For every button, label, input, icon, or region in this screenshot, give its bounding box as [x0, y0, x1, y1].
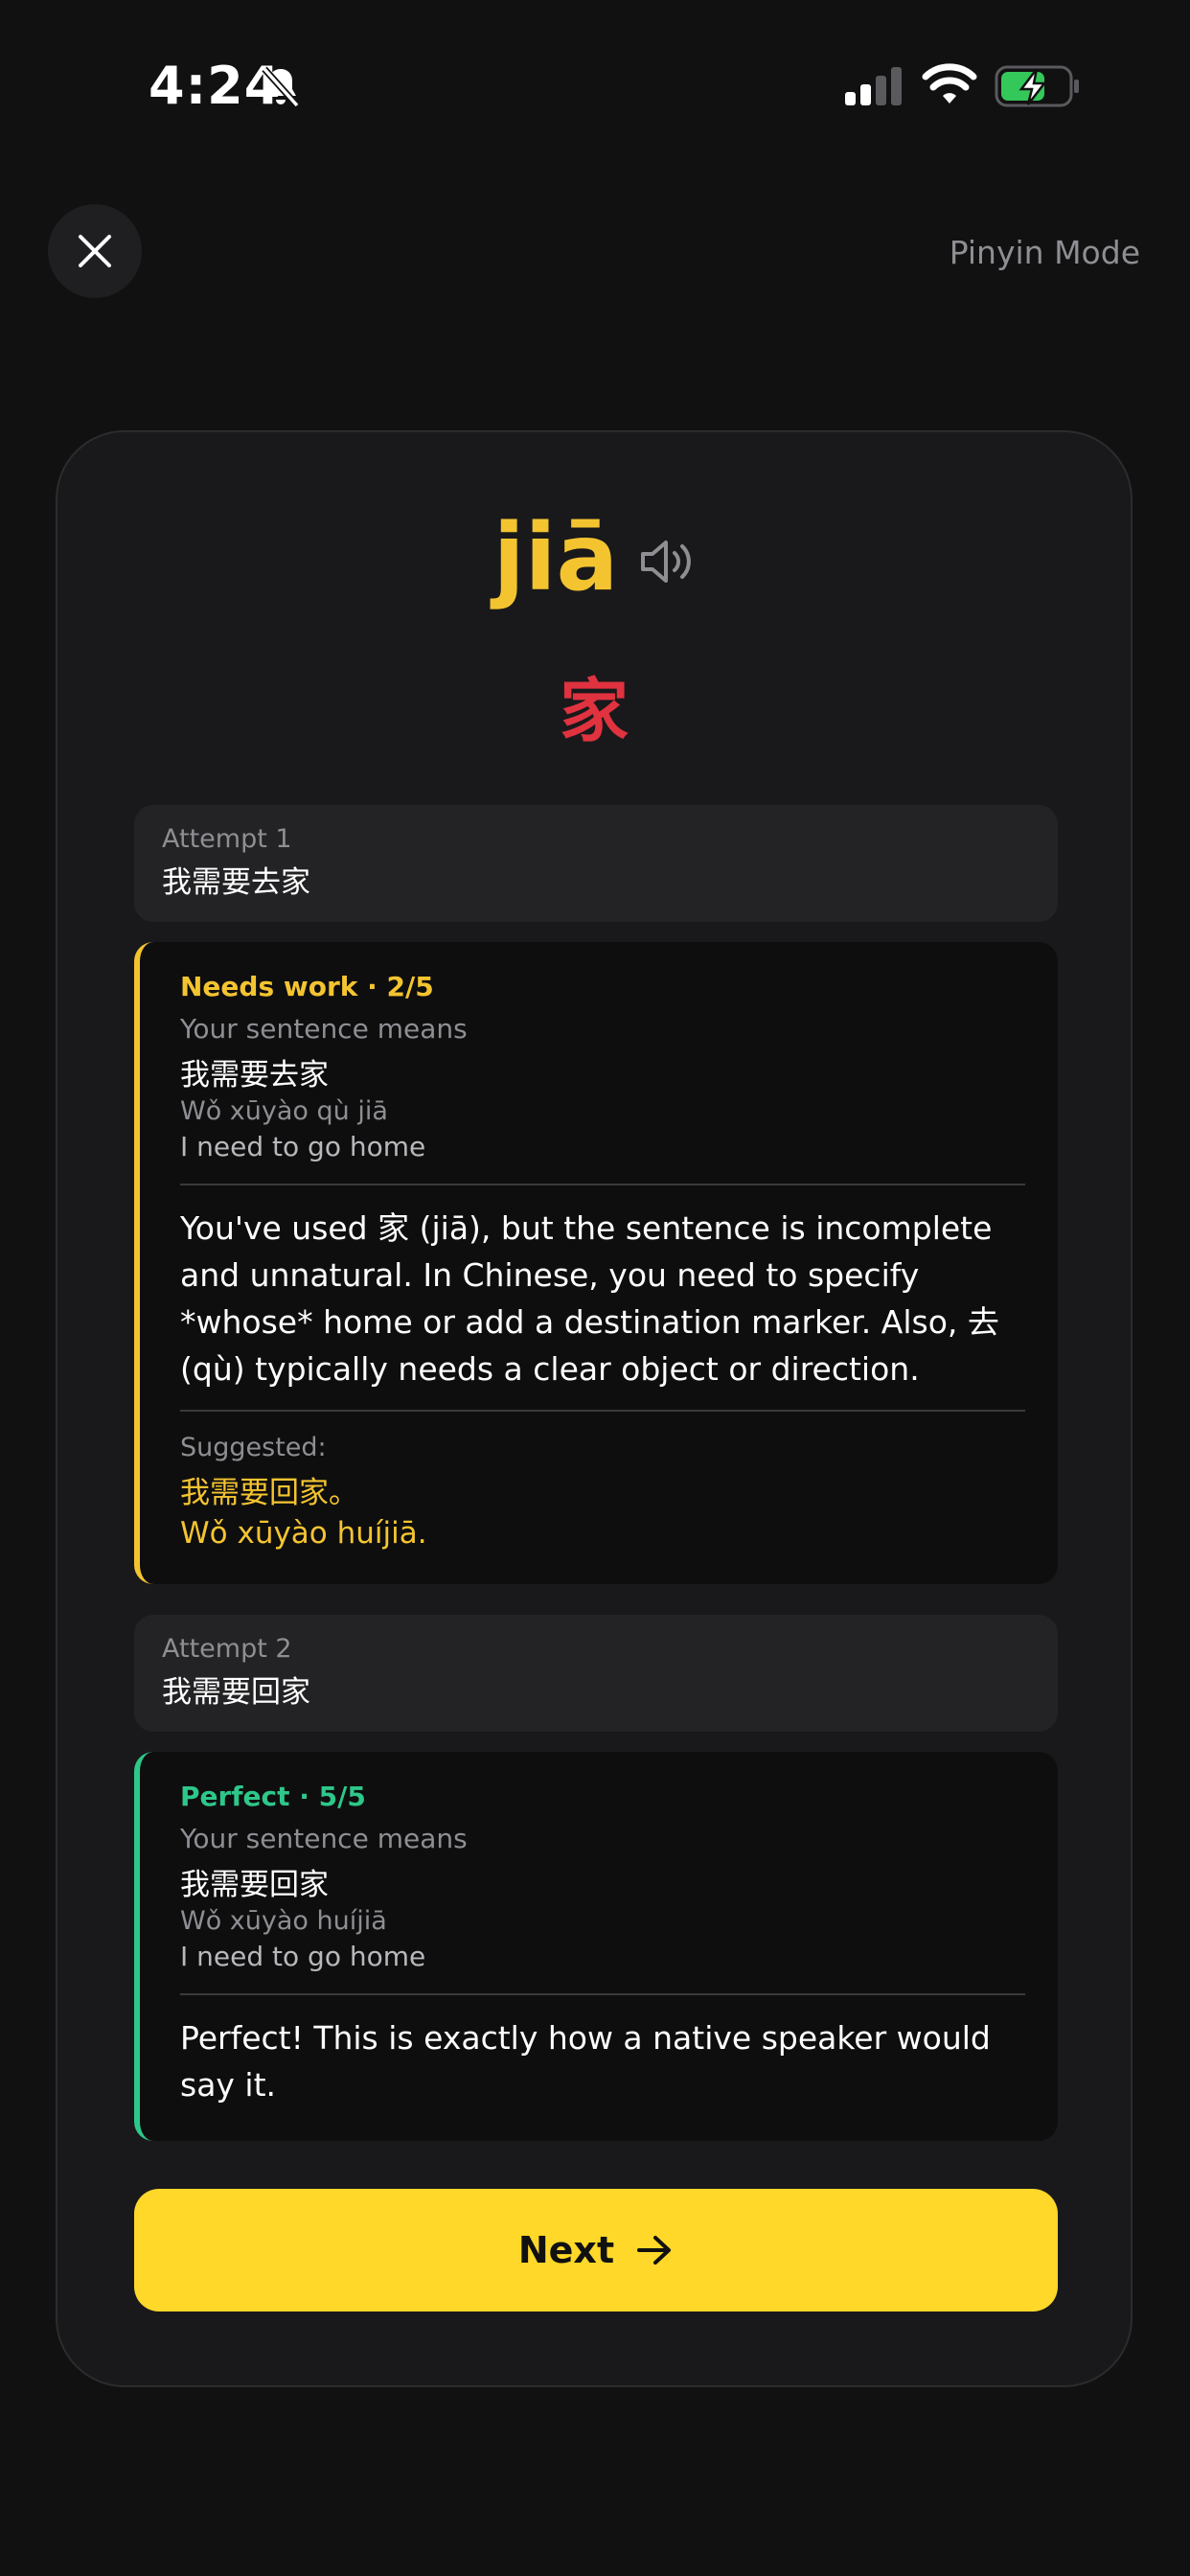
feedback-english: I need to go home [180, 1131, 426, 1162]
arrow-right-icon [637, 2236, 672, 2265]
status-bar: 4:24 [0, 0, 1190, 172]
divider [180, 1410, 1025, 1412]
word-header: jiā [57, 512, 1131, 604]
close-button[interactable] [48, 204, 142, 298]
wifi-icon [922, 63, 977, 104]
feedback-card: Needs work · 2/5 Your sentence means 我需要… [134, 942, 1058, 1584]
suggested-pinyin: Wǒ xūyào huíjiā. [180, 1516, 427, 1551]
speaker-icon[interactable] [639, 538, 695, 586]
attempt-text: 我需要回家 [162, 1675, 310, 1710]
lesson-card: jiā 家 Attempt 1 我需要去家 Needs work · 2/5 Y… [56, 430, 1133, 2387]
feedback-status: Perfect · 5/5 [180, 1781, 366, 1812]
attempt-text: 我需要去家 [162, 865, 310, 900]
feedback-means-label: Your sentence means [180, 1013, 468, 1045]
feedback-card: Perfect · 5/5 Your sentence means 我需要回家 … [134, 1752, 1058, 2141]
battery-charging-icon [995, 65, 1079, 107]
close-icon [79, 235, 111, 267]
feedback-explanation: Perfect! This is exactly how a native sp… [180, 2019, 991, 2104]
attempt-label: Attempt 1 [162, 824, 292, 854]
bell-muted-icon [262, 66, 300, 108]
feedback-pinyin: Wǒ xūyào qù jiā [180, 1096, 388, 1126]
word-hanzi: 家 [559, 671, 629, 751]
suggested-label: Suggested: [180, 1433, 327, 1462]
next-button-label: Next [517, 2229, 615, 2271]
pinyin-mode-toggle[interactable]: Pinyin Mode [950, 234, 1140, 271]
word-pinyin: jiā [492, 504, 619, 611]
attempt-box: Attempt 2 我需要回家 [134, 1615, 1058, 1732]
feedback-pinyin: Wǒ xūyào huíjiā [180, 1906, 387, 1936]
feedback-english: I need to go home [180, 1941, 426, 1972]
attempt-box: Attempt 1 我需要去家 [134, 805, 1058, 922]
feedback-hanzi: 我需要去家 [180, 1058, 329, 1092]
feedback-status: Needs work · 2/5 [180, 971, 434, 1002]
attempt-label: Attempt 2 [162, 1634, 292, 1664]
suggested-hanzi: 我需要回家。 [180, 1476, 358, 1510]
feedback-means-label: Your sentence means [180, 1823, 468, 1854]
feedback-hanzi: 我需要回家 [180, 1868, 329, 1902]
divider [180, 1184, 1025, 1185]
divider [180, 1993, 1025, 1995]
feedback-explanation: You've used 家 (jiā), but the sentence is… [180, 1209, 999, 1388]
next-button[interactable]: Next [134, 2189, 1058, 2312]
cellular-signal-icon [845, 67, 902, 105]
